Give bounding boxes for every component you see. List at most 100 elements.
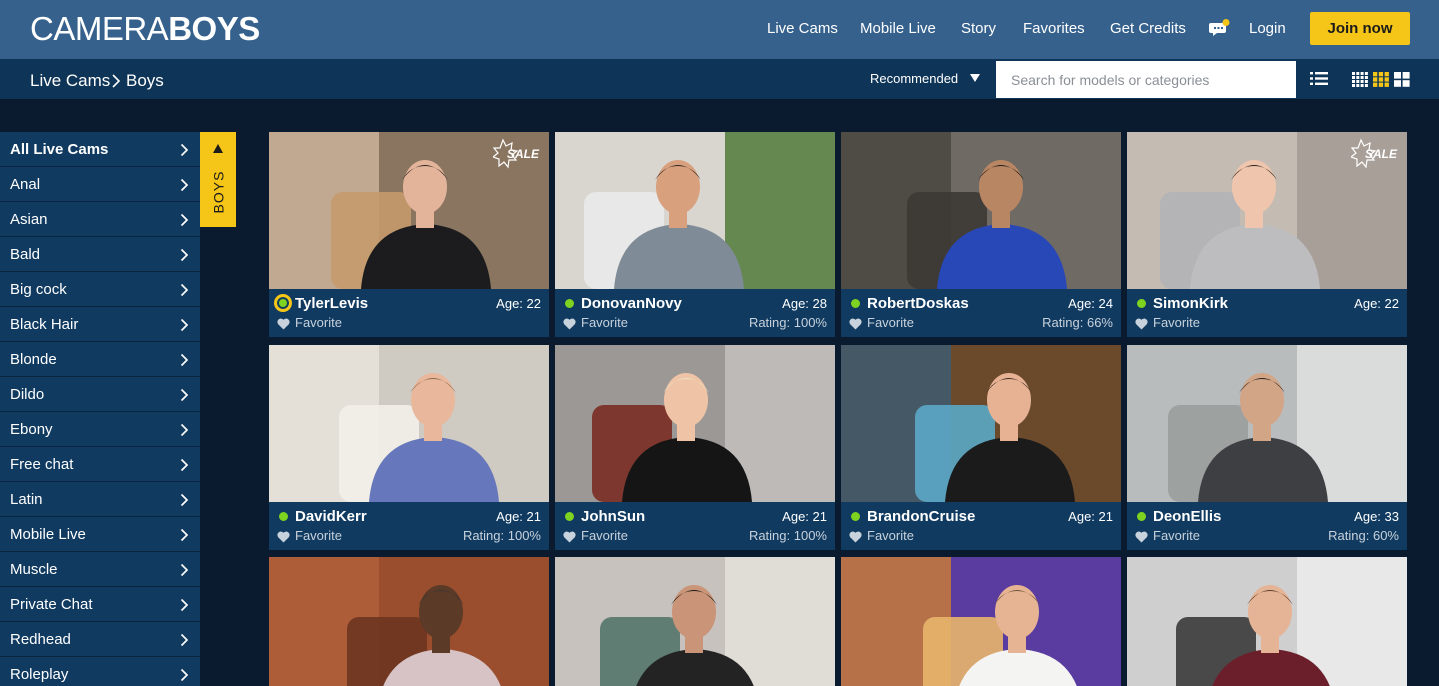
sidebar-item[interactable]: Big cock: [0, 272, 200, 307]
sidebar-item[interactable]: Blonde: [0, 342, 200, 377]
breadcrumb-boys: Boys: [126, 71, 164, 90]
model-age: Age: 33: [1354, 509, 1399, 524]
model-thumbnail[interactable]: SALE: [269, 132, 549, 289]
model-card[interactable]: BrandonCruise Age: 21 Favorite: [841, 345, 1121, 550]
model-card[interactable]: RobertDoskas Age: 24 Favorite Rating: 66%: [841, 132, 1121, 337]
model-rating: Rating: 100%: [748, 315, 827, 330]
nav-get-credits[interactable]: Get Credits: [1110, 20, 1186, 38]
model-name[interactable]: BrandonCruise: [867, 508, 975, 526]
favorite-link[interactable]: Favorite: [1153, 528, 1200, 544]
heart-icon[interactable]: [277, 531, 290, 543]
grid-small-icon[interactable]: [1352, 72, 1368, 87]
sidebar-item[interactable]: All Live Cams: [0, 132, 200, 167]
model-thumbnail[interactable]: [555, 132, 835, 289]
sidebar-item[interactable]: Asian: [0, 202, 200, 237]
chat-bubble-icon[interactable]: [1209, 19, 1231, 39]
caret-up-icon[interactable]: [213, 144, 223, 153]
site-logo[interactable]: CAMERABOYS: [30, 11, 260, 47]
model-info: BrandonCruise Age: 21 Favorite: [841, 502, 1121, 550]
model-card[interactable]: [841, 557, 1121, 686]
chevron-right-icon: [180, 388, 189, 402]
favorite-link[interactable]: Favorite: [581, 528, 628, 544]
favorite-link[interactable]: Favorite: [1153, 315, 1200, 331]
model-thumbnail[interactable]: [555, 557, 835, 686]
model-name[interactable]: DonovanNovy: [581, 295, 682, 313]
sidebar-item[interactable]: Ebony: [0, 412, 200, 447]
heart-icon[interactable]: [849, 318, 862, 330]
sidebar-item[interactable]: Private Chat: [0, 587, 200, 622]
model-thumbnail[interactable]: [1127, 557, 1407, 686]
favorite-link[interactable]: Favorite: [867, 315, 914, 331]
heart-icon[interactable]: [563, 318, 576, 330]
sale-label: SALE: [1364, 147, 1397, 161]
nav-mobile-live[interactable]: Mobile Live: [860, 20, 936, 38]
chevron-right-icon: [112, 74, 121, 88]
model-card[interactable]: DeonEllis Age: 33 Favorite Rating: 60%: [1127, 345, 1407, 550]
online-status-icon: [1137, 299, 1146, 308]
model-photo: [555, 132, 835, 289]
model-name[interactable]: SimonKirk: [1153, 295, 1228, 313]
nav-story[interactable]: Story: [961, 20, 996, 38]
login-link[interactable]: Login: [1249, 20, 1286, 38]
model-card[interactable]: [269, 557, 549, 686]
breadcrumb-live-cams[interactable]: Live Cams: [30, 71, 110, 91]
caret-down-icon[interactable]: [970, 74, 980, 82]
model-name[interactable]: DeonEllis: [1153, 508, 1221, 526]
sidebar-item[interactable]: Anal: [0, 167, 200, 202]
sidebar-item[interactable]: Bald: [0, 237, 200, 272]
join-now-button[interactable]: Join now: [1310, 12, 1410, 45]
model-info: RobertDoskas Age: 24 Favorite Rating: 66%: [841, 289, 1121, 337]
nav-favorites[interactable]: Favorites: [1023, 20, 1085, 38]
sidebar-item-label: Roleplay: [10, 666, 69, 683]
sidebar-item[interactable]: Roleplay: [0, 657, 200, 686]
nav-live-cams[interactable]: Live Cams: [767, 20, 838, 38]
list-view-icon[interactable]: [1310, 71, 1328, 86]
grid-large-icon[interactable]: [1394, 72, 1410, 87]
model-name[interactable]: DavidKerr: [295, 508, 367, 526]
model-name[interactable]: RobertDoskas: [867, 295, 969, 313]
model-thumbnail[interactable]: [555, 345, 835, 502]
sidebar-item[interactable]: Muscle: [0, 552, 200, 587]
online-status-icon: [274, 294, 292, 312]
model-thumbnail[interactable]: [841, 345, 1121, 502]
model-name[interactable]: JohnSun: [581, 508, 645, 526]
model-card[interactable]: [1127, 557, 1407, 686]
model-thumbnail[interactable]: [841, 132, 1121, 289]
heart-icon[interactable]: [277, 318, 290, 330]
sidebar-item[interactable]: Black Hair: [0, 307, 200, 342]
model-thumbnail[interactable]: [841, 557, 1121, 686]
favorite-link[interactable]: Favorite: [581, 315, 628, 331]
model-card[interactable]: SALE SimonKirk Age: 22 Favorite: [1127, 132, 1407, 337]
model-photo: [1127, 557, 1407, 686]
search-input[interactable]: [996, 61, 1296, 98]
sidebar-item[interactable]: Dildo: [0, 377, 200, 412]
sidebar-item[interactable]: Free chat: [0, 447, 200, 482]
model-card[interactable]: DavidKerr Age: 21 Favorite Rating: 100%: [269, 345, 549, 550]
model-card[interactable]: DonovanNovy Age: 28 Favorite Rating: 100%: [555, 132, 835, 337]
favorite-link[interactable]: Favorite: [295, 315, 342, 331]
heart-icon[interactable]: [1135, 531, 1148, 543]
sidebar-item-label: Private Chat: [10, 596, 93, 613]
model-card[interactable]: SALE TylerLevis Age: 22 Favorite: [269, 132, 549, 337]
model-card[interactable]: [555, 557, 835, 686]
sort-dropdown[interactable]: Recommended: [870, 71, 958, 87]
favorite-link[interactable]: Favorite: [295, 528, 342, 544]
model-thumbnail[interactable]: [269, 345, 549, 502]
favorite-link[interactable]: Favorite: [867, 528, 914, 544]
model-thumbnail[interactable]: [1127, 345, 1407, 502]
heart-icon[interactable]: [1135, 318, 1148, 330]
sidebar-item[interactable]: Mobile Live: [0, 517, 200, 552]
sidebar-item[interactable]: Redhead: [0, 622, 200, 657]
model-name[interactable]: TylerLevis: [295, 295, 368, 313]
chevron-right-icon: [180, 353, 189, 367]
model-card[interactable]: JohnSun Age: 21 Favorite Rating: 100%: [555, 345, 835, 550]
heart-icon[interactable]: [849, 531, 862, 543]
sidebar-item[interactable]: Latin: [0, 482, 200, 517]
heart-icon[interactable]: [563, 531, 576, 543]
model-thumbnail[interactable]: SALE: [1127, 132, 1407, 289]
grid-medium-icon[interactable]: [1373, 72, 1389, 87]
model-thumbnail[interactable]: [269, 557, 549, 686]
model-info: DonovanNovy Age: 28 Favorite Rating: 100%: [555, 289, 835, 337]
boys-tab[interactable]: BOYS: [200, 132, 236, 227]
model-photo: [555, 345, 835, 502]
